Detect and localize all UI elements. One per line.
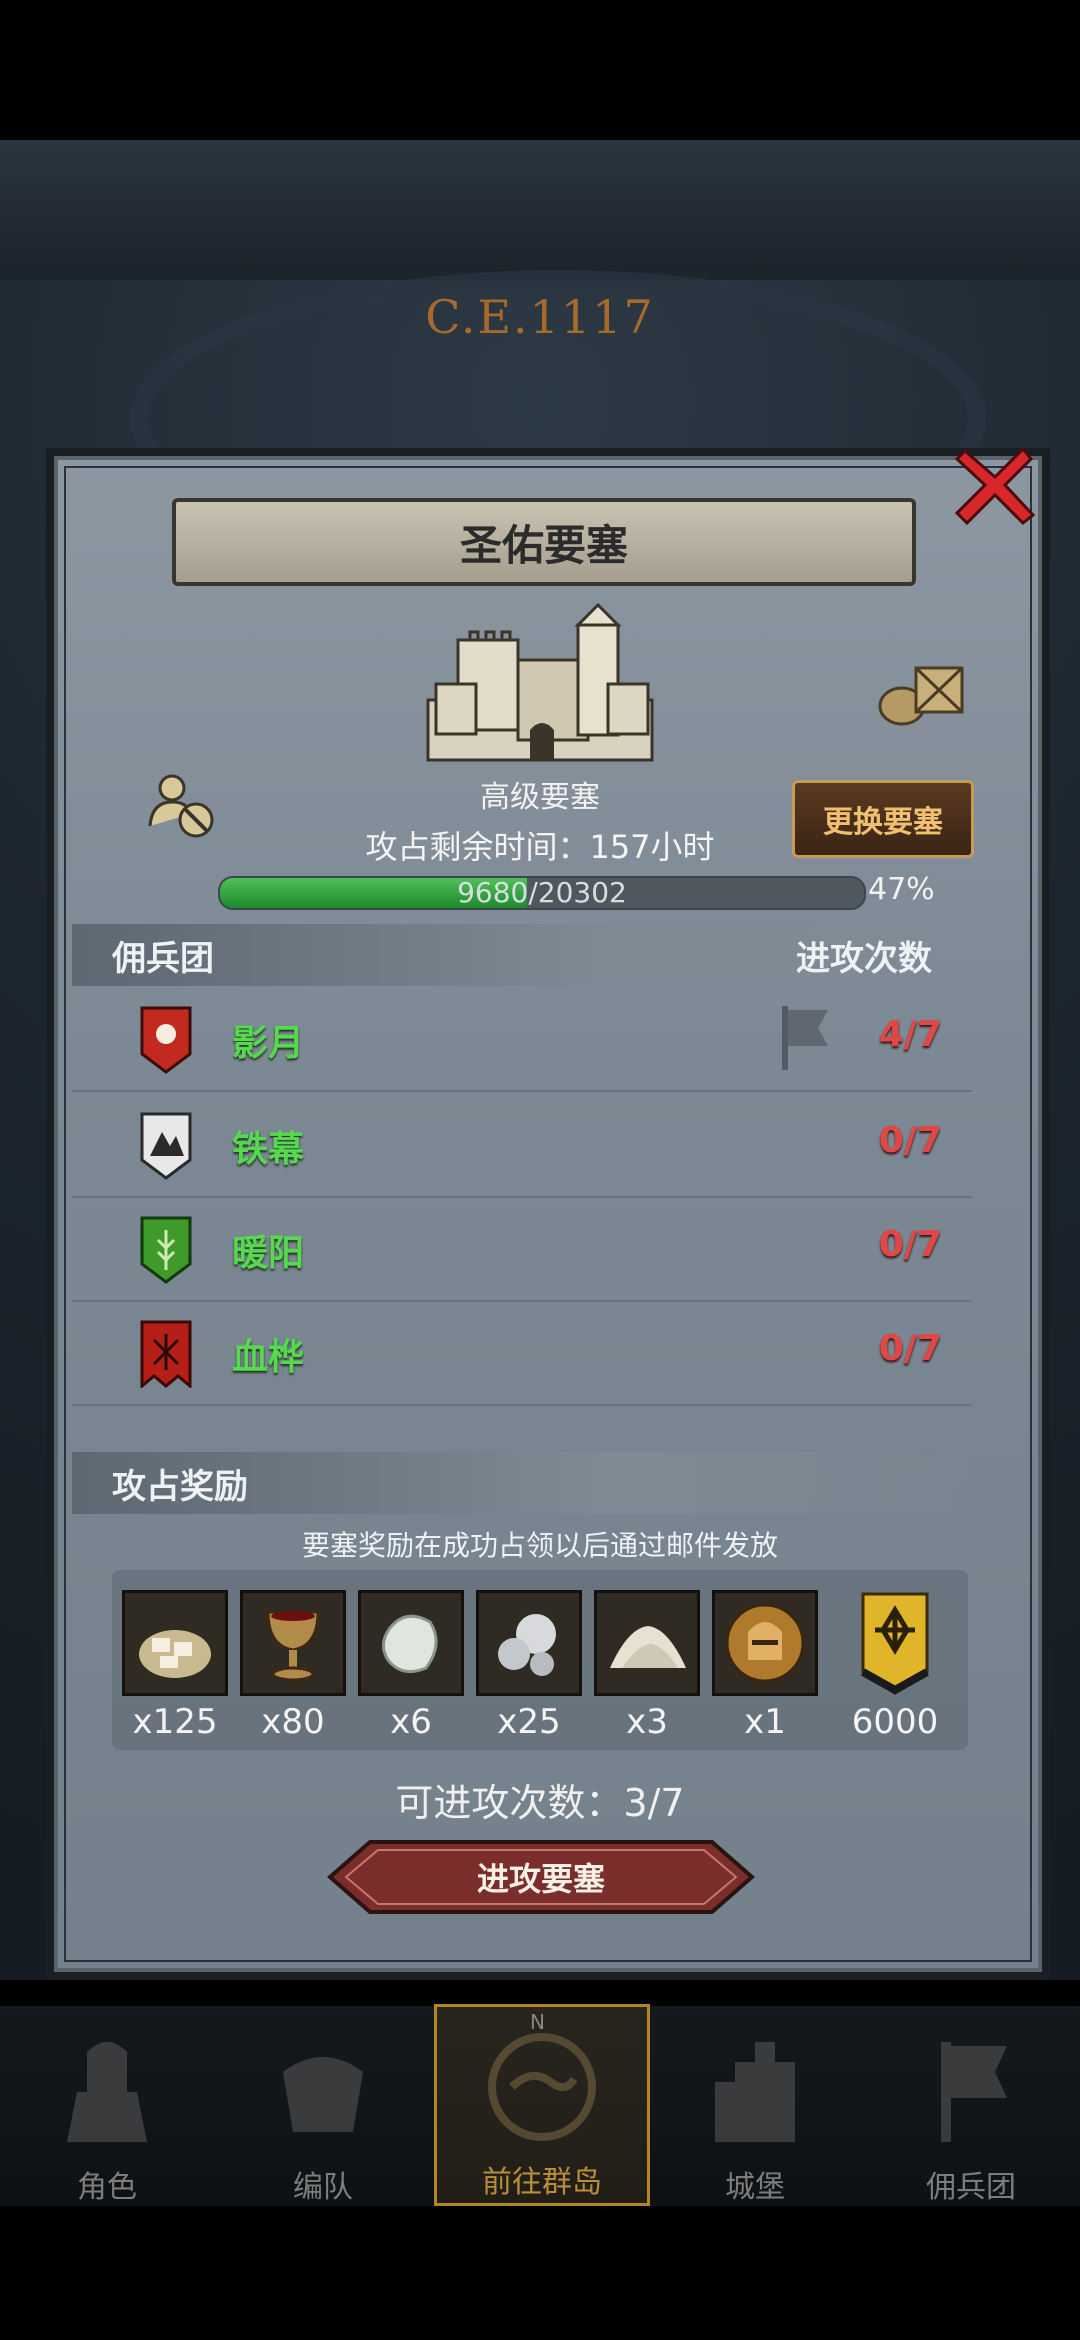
- capture-progress-bar: 9680/20302: [218, 876, 866, 910]
- iron-curtain-crest-icon: [140, 1112, 192, 1180]
- warm-sun-crest-icon: [140, 1216, 192, 1284]
- mercenary-name: 血桦: [232, 1337, 305, 1378]
- close-button[interactable]: [950, 440, 1040, 530]
- time-left-label: 攻占剩余时间：157小时: [365, 828, 715, 866]
- nav-formation[interactable]: 编队: [218, 2012, 428, 2205]
- reward-item[interactable]: x6: [356, 1590, 466, 1742]
- nav-castle[interactable]: 城堡: [650, 2012, 860, 2205]
- reward-item[interactable]: x80: [238, 1590, 348, 1742]
- nav-label: 角色: [77, 2170, 137, 2205]
- progress-percent: 47%: [868, 872, 935, 907]
- attack-count: 0/7: [878, 1328, 942, 1369]
- bread-sack-icon: [139, 1630, 211, 1678]
- attack-count: 0/7: [878, 1120, 942, 1161]
- nav-label: 佣兵团: [926, 2170, 1016, 2205]
- nav-label: 编队: [293, 2170, 353, 2205]
- mercenary-name: 暖阳: [232, 1233, 305, 1274]
- pearl-stone-icon: [382, 1614, 438, 1674]
- compass-map-icon: [488, 2033, 596, 2141]
- close-icon: [954, 446, 1036, 526]
- reward-item[interactable]: x125: [120, 1590, 230, 1742]
- banner-icon: [941, 2042, 1007, 2142]
- attack-button-label: 进攻要塞: [476, 1860, 605, 1898]
- mercenary-row[interactable]: 血桦 0/7: [72, 1300, 972, 1406]
- reward-item[interactable]: x25: [474, 1590, 584, 1742]
- blood-birch-crest-icon: [140, 1320, 192, 1388]
- attack-count-header-label: 进攻次数: [796, 938, 932, 979]
- reward-item[interactable]: x3: [592, 1590, 702, 1742]
- formation-icon: [283, 2057, 363, 2132]
- silver-orbs-icon: [498, 1614, 556, 1676]
- reward-qty: x25: [497, 1702, 561, 1742]
- era-label: C.E.1117: [425, 290, 655, 344]
- mercenary-row[interactable]: 暖阳 0/7: [72, 1196, 972, 1302]
- nav-label: 前往群岛: [482, 2165, 602, 2200]
- mercenary-row[interactable]: 影月 4/7: [72, 986, 972, 1092]
- attack-count: 4/7: [878, 1014, 942, 1055]
- nav-label: 城堡: [725, 2170, 785, 2205]
- rewards-header-label: 攻占奖励: [112, 1466, 248, 1507]
- reward-item[interactable]: 6000: [840, 1590, 950, 1742]
- castle-nav-icon: [715, 2042, 795, 2142]
- shadow-moon-crest-icon: [140, 1006, 192, 1074]
- reward-qty: x1: [744, 1702, 786, 1742]
- reward-qty: x6: [390, 1702, 432, 1742]
- mercenary-row[interactable]: 铁幕 0/7: [72, 1092, 972, 1198]
- fortress-title: 圣佑要塞: [172, 498, 916, 586]
- reward-item[interactable]: x1: [710, 1590, 820, 1742]
- gold-emblem-icon: [861, 1592, 929, 1695]
- goblet-icon: [266, 1610, 320, 1682]
- mercenary-name: 影月: [232, 1023, 305, 1064]
- rewards-header: 攻占奖励: [72, 1452, 972, 1514]
- mercenary-name: 铁幕: [232, 1129, 305, 1170]
- nav-mercenary-corps[interactable]: 佣兵团: [866, 2012, 1076, 2205]
- mercenary-header: 佣兵团 进攻次数: [72, 924, 972, 986]
- loot-crate-icon[interactable]: [876, 654, 968, 726]
- castle-icon: [426, 602, 654, 762]
- attack-fortress-button[interactable]: 进攻要塞: [326, 1838, 756, 1916]
- nav-character[interactable]: 角色: [2, 2012, 212, 2205]
- reward-qty: x125: [132, 1702, 218, 1742]
- attacks-available: 可进攻次数：3/7: [395, 1781, 685, 1825]
- progress-text: 9680/20302: [457, 876, 627, 909]
- attack-count: 0/7: [878, 1224, 942, 1265]
- top-bar-background: [0, 140, 1080, 280]
- reward-note: 要塞奖励在成功占领以后通过邮件发放: [301, 1529, 778, 1562]
- salt-pile-icon: [610, 1626, 686, 1668]
- flag-icon: [782, 1006, 828, 1070]
- reward-qty: x80: [261, 1702, 325, 1742]
- reward-qty: 6000: [851, 1702, 939, 1742]
- reward-qty: x3: [626, 1702, 668, 1742]
- mercenary-header-label: 佣兵团: [112, 938, 214, 979]
- knight-icon: [67, 2042, 147, 2142]
- knight-helmet-icon: [725, 1603, 805, 1683]
- nav-go-to-islands[interactable]: 前往群岛: [434, 2004, 650, 2206]
